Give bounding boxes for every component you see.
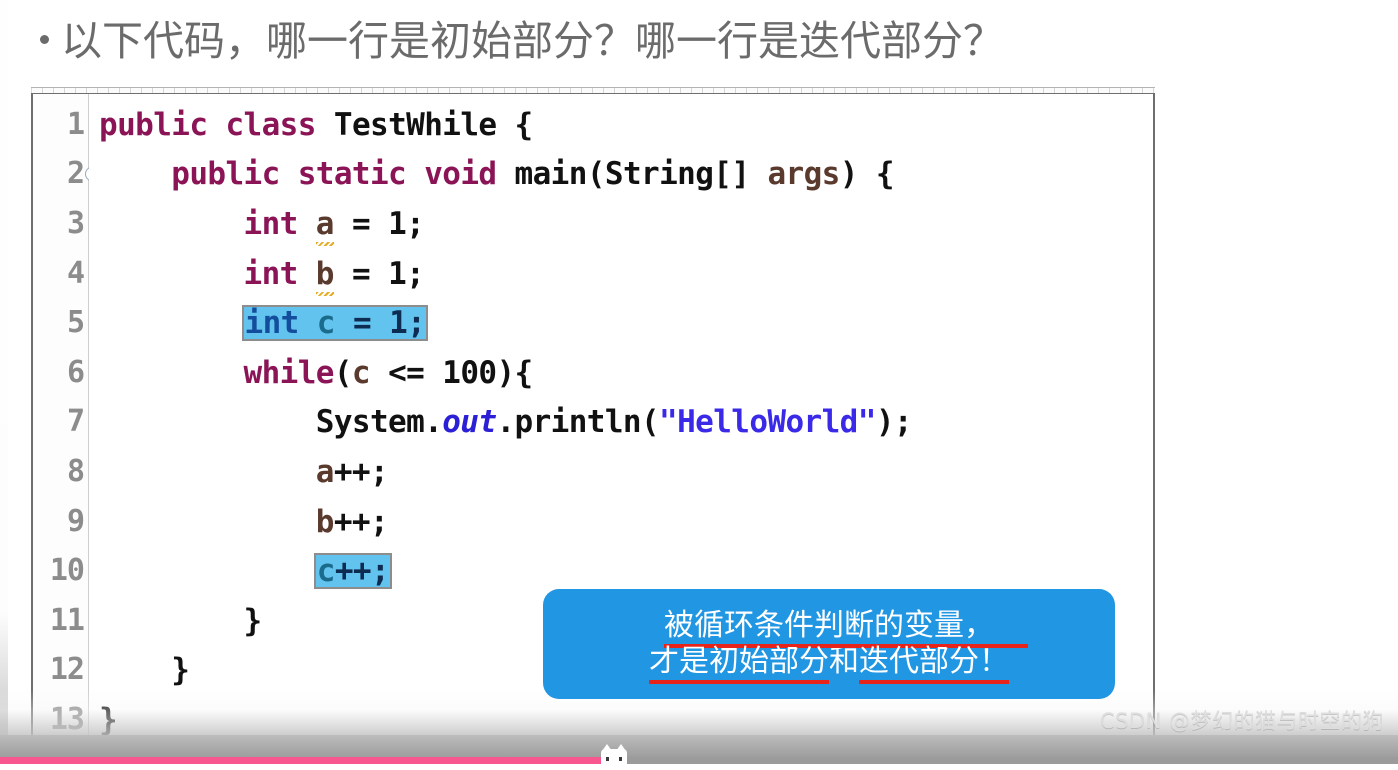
video-progress-handle[interactable] bbox=[601, 744, 627, 770]
slide-screenshot: 以下代码，哪一行是初始部分？哪一行是迭代部分？ 1 2 3 4 5 6 7 8 … bbox=[0, 0, 1398, 770]
line-number: 2 bbox=[66, 156, 85, 192]
token-variable-a: a bbox=[315, 205, 334, 246]
token-field-out: out bbox=[442, 404, 497, 441]
line-number: 3 bbox=[66, 205, 85, 241]
code-line: int a = 1; bbox=[243, 205, 425, 246]
line-number: 13 bbox=[49, 701, 85, 737]
gutter-row: 5 bbox=[33, 298, 88, 348]
code-line: a ++; bbox=[315, 453, 389, 490]
gutter-row: 1 bbox=[33, 100, 88, 150]
token-number: 1 bbox=[388, 255, 407, 292]
token-number: 1 bbox=[388, 205, 407, 242]
token-keyword: static bbox=[297, 156, 407, 193]
line-number: 10 bbox=[49, 553, 85, 589]
token-number: 100 bbox=[442, 354, 497, 391]
gutter-row: 9 bbox=[33, 497, 88, 547]
token-variable-a: a bbox=[315, 453, 335, 490]
line-number: 8 bbox=[66, 453, 85, 489]
video-progress-track[interactable] bbox=[0, 757, 1398, 764]
callout-line-2-part3: 迭代部分！ bbox=[859, 644, 1009, 684]
bullet-icon bbox=[40, 35, 49, 44]
token-param: args bbox=[767, 156, 840, 193]
line-number: 6 bbox=[66, 354, 85, 390]
callout-line-2: 才是初始部分 和 迭代部分！ bbox=[649, 644, 1009, 684]
gutter-row: 8 bbox=[33, 447, 88, 497]
gutter-row: 12 bbox=[33, 646, 88, 696]
token-variable-c: c bbox=[316, 552, 336, 589]
token-method: main bbox=[514, 156, 588, 193]
token-keyword: class bbox=[225, 106, 316, 143]
highlight-box-iteration-statement: c++; bbox=[313, 552, 393, 590]
code-line: b ++; bbox=[315, 503, 389, 540]
code-line: while(c <= 100){ bbox=[243, 354, 534, 391]
token-keyword: int bbox=[244, 304, 300, 341]
token-keyword: int bbox=[243, 255, 299, 292]
page-title-text: 以下代码，哪一行是初始部分？哪一行是迭代部分？ bbox=[61, 17, 1004, 65]
video-frame-left-edge bbox=[0, 0, 8, 747]
line-number: 7 bbox=[66, 404, 85, 440]
token-variable-b: b bbox=[315, 255, 334, 296]
token-string-literal: "HelloWorld" bbox=[659, 404, 876, 441]
line-number: 11 bbox=[49, 602, 85, 638]
video-progress-fill bbox=[0, 757, 607, 764]
code-line: System. out. println("HelloWorld"); bbox=[315, 404, 913, 441]
token-keyword: while bbox=[243, 354, 335, 391]
gutter-row: 6 bbox=[33, 348, 88, 398]
line-number: 12 bbox=[49, 652, 85, 688]
code-line: public class TestWhile { bbox=[99, 106, 533, 143]
gutter-row: 11 bbox=[33, 596, 88, 646]
callout-line-1: 被循环条件判断的变量， bbox=[664, 608, 1028, 648]
highlight-box-init-statement: int c = 1; bbox=[241, 304, 429, 342]
line-number: 5 bbox=[66, 305, 85, 341]
line-number: 4 bbox=[66, 255, 85, 291]
gutter-row: 7 bbox=[33, 398, 88, 448]
annotation-callout: 被循环条件判断的变量， 才是初始部分 和 迭代部分！ bbox=[543, 589, 1115, 699]
token-keyword: void bbox=[424, 156, 497, 193]
gutter-row: 4 bbox=[33, 249, 88, 299]
token-variable-c: c bbox=[316, 304, 336, 341]
code-line: int b = 1; bbox=[243, 255, 425, 296]
gutter-row: 10 bbox=[33, 546, 88, 596]
token-variable-c: c bbox=[351, 354, 371, 391]
line-number: 1 bbox=[66, 106, 85, 142]
token-keyword: int bbox=[243, 205, 299, 242]
csdn-watermark: CSDN @梦幻的猫与时空的狗 bbox=[1099, 709, 1384, 733]
token-keyword: public bbox=[171, 156, 280, 193]
token-variable-b: b bbox=[315, 503, 335, 540]
code-line: public static void main(String[] args) { bbox=[171, 156, 894, 193]
callout-line-2-part1: 才是初始部分 bbox=[649, 644, 829, 684]
gutter-row: 2 bbox=[33, 150, 100, 200]
token-method-println: println bbox=[514, 404, 642, 441]
token-keyword: public bbox=[99, 106, 208, 143]
callout-line-2-part2: 和 bbox=[829, 644, 859, 679]
page-title: 以下代码，哪一行是初始部分？哪一行是迭代部分？ bbox=[40, 16, 1004, 67]
line-number: 9 bbox=[66, 503, 85, 539]
token-number: 1 bbox=[389, 304, 408, 341]
gutter-row: 3 bbox=[33, 199, 88, 249]
token-class-System: System bbox=[315, 404, 425, 441]
token-type: String bbox=[604, 156, 714, 193]
token-type: TestWhile bbox=[333, 106, 497, 143]
callout-line-1-text: 被循环条件判断的变量， bbox=[664, 608, 1028, 648]
cat-face-icon bbox=[606, 757, 622, 761]
code-line: int c = 1; bbox=[89, 298, 1153, 348]
line-number-gutter: 1 2 3 4 5 6 7 8 9 10 11 12 13 bbox=[33, 94, 100, 745]
